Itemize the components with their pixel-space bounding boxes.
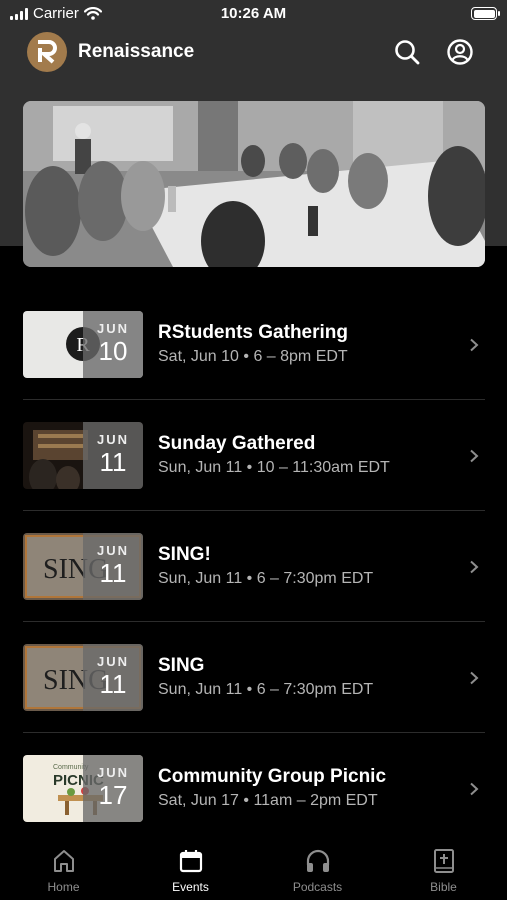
event-thumbnail: Community PICNIC JUN 17	[23, 755, 143, 822]
event-datetime: Sun, Jun 11 • 10 – 11:30am EDT	[158, 459, 390, 476]
tab-events[interactable]: Events	[127, 824, 254, 900]
event-title: Community Group Picnic	[158, 766, 387, 787]
event-datetime: Sat, Jun 17 • 11am – 2pm EDT	[158, 792, 378, 809]
event-title: SING!	[158, 544, 211, 565]
tab-home[interactable]: Home	[0, 824, 127, 900]
date-day: 11	[99, 447, 127, 477]
event-row[interactable]: JUN 11 Sunday Gathered Sun, Jun 11 • 10 …	[23, 400, 485, 511]
logo-mark	[38, 40, 57, 64]
date-month: JUN	[96, 321, 129, 336]
tab-label: Podcasts	[292, 880, 343, 894]
event-datetime: Sat, Jun 10 • 6 – 8pm EDT	[158, 348, 348, 365]
hero-image[interactable]	[23, 101, 485, 267]
app-header: Renaissance	[0, 28, 507, 78]
date-badge: JUN 11	[83, 644, 143, 711]
chevron-right-icon	[470, 671, 479, 685]
date-badge: JUN 10	[83, 311, 143, 378]
tab-label: Bible	[430, 880, 457, 894]
date-month: JUN	[96, 543, 129, 558]
date-month: JUN	[96, 432, 129, 447]
date-badge: JUN 17	[83, 755, 143, 822]
home-icon	[53, 850, 74, 872]
event-thumbnail: R JUN 10	[23, 311, 143, 378]
tab-bible[interactable]: Bible	[380, 824, 507, 900]
event-thumbnail: SING JUN 11	[23, 533, 143, 600]
search-icon[interactable]	[393, 38, 421, 66]
date-day: 17	[98, 780, 128, 810]
event-title: SING	[158, 655, 205, 676]
headphones-icon	[306, 849, 329, 872]
account-icon[interactable]	[446, 38, 474, 66]
event-datetime: Sun, Jun 11 • 6 – 7:30pm EDT	[158, 681, 374, 698]
events-list: R JUN 10 RStudents Gathering Sat, Jun 10…	[23, 289, 485, 844]
status-bar: Carrier 10:26 AM	[0, 0, 507, 28]
event-row[interactable]: SING JUN 11 SING Sun, Jun 11 • 6 – 7:30p…	[23, 622, 485, 733]
date-month: JUN	[96, 765, 129, 780]
date-day: 11	[99, 669, 127, 699]
event-row[interactable]: SING JUN 11 SING! Sun, Jun 11 • 6 – 7:30…	[23, 511, 485, 622]
date-day: 11	[99, 558, 127, 588]
logo-icon[interactable]	[27, 32, 67, 72]
tab-bar: Home Events Podcasts Bible	[0, 824, 507, 900]
chevron-right-icon	[470, 782, 479, 796]
event-title: Sunday Gathered	[158, 433, 316, 454]
chevron-right-icon	[470, 449, 479, 463]
tab-label: Events	[172, 880, 209, 894]
event-datetime: Sun, Jun 11 • 6 – 7:30pm EDT	[158, 570, 374, 587]
date-badge: JUN 11	[83, 422, 143, 489]
app-title: Renaissance	[78, 41, 195, 62]
calendar-icon	[179, 850, 202, 873]
event-title: RStudents Gathering	[158, 322, 349, 343]
event-row[interactable]: R JUN 10 RStudents Gathering Sat, Jun 10…	[23, 289, 485, 400]
tab-label: Home	[47, 880, 80, 894]
event-thumbnail: SING JUN 11	[23, 644, 143, 711]
chevron-right-icon	[470, 560, 479, 574]
battery-icon	[471, 7, 500, 20]
hero-photo	[23, 101, 485, 267]
tab-podcasts[interactable]: Podcasts	[254, 824, 381, 900]
chevron-right-icon	[470, 338, 479, 352]
date-day: 10	[98, 336, 128, 366]
event-thumbnail: JUN 11	[23, 422, 143, 489]
status-time: 10:26 AM	[220, 5, 287, 22]
date-month: JUN	[96, 654, 129, 669]
date-badge: JUN 11	[83, 533, 143, 600]
bible-icon	[433, 849, 454, 873]
